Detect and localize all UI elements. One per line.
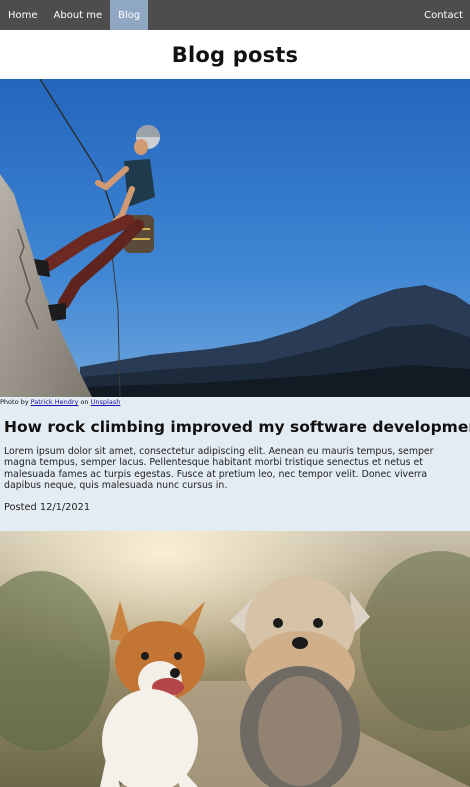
nav-contact-link[interactable]: Contact: [416, 0, 470, 30]
post-image-climber[interactable]: [0, 79, 470, 397]
nav-about-link[interactable]: About me: [46, 0, 111, 30]
post-excerpt: Lorem ipsum dolor sit amet, consectetur …: [4, 446, 434, 492]
credit-site-link[interactable]: Unsplash: [91, 398, 121, 406]
post-image-dogs[interactable]: [0, 531, 470, 787]
terrier-figure: [230, 576, 370, 787]
credit-prefix: Photo by: [0, 398, 29, 406]
title-band: Blog posts: [0, 30, 470, 79]
credit-author-link[interactable]: Patrick Hendry: [31, 398, 79, 406]
top-nav: Home About me Blog Contact: [0, 0, 470, 30]
page: Home About me Blog Contact Blog posts Ph…: [0, 0, 470, 787]
nav-blog-link[interactable]: Blog: [110, 0, 149, 30]
photo-credit: Photo by Patrick Hendry on Unsplash: [0, 397, 470, 406]
credit-mid: on: [80, 398, 89, 406]
page-title: Blog posts: [171, 42, 299, 67]
post-date: Posted 12/1/2021: [4, 501, 91, 513]
post-title[interactable]: How rock climbing improved my software d…: [4, 418, 470, 436]
post-card: Photo by Patrick Hendry on Unsplash How …: [0, 397, 470, 531]
nav-home-link[interactable]: Home: [0, 0, 46, 30]
